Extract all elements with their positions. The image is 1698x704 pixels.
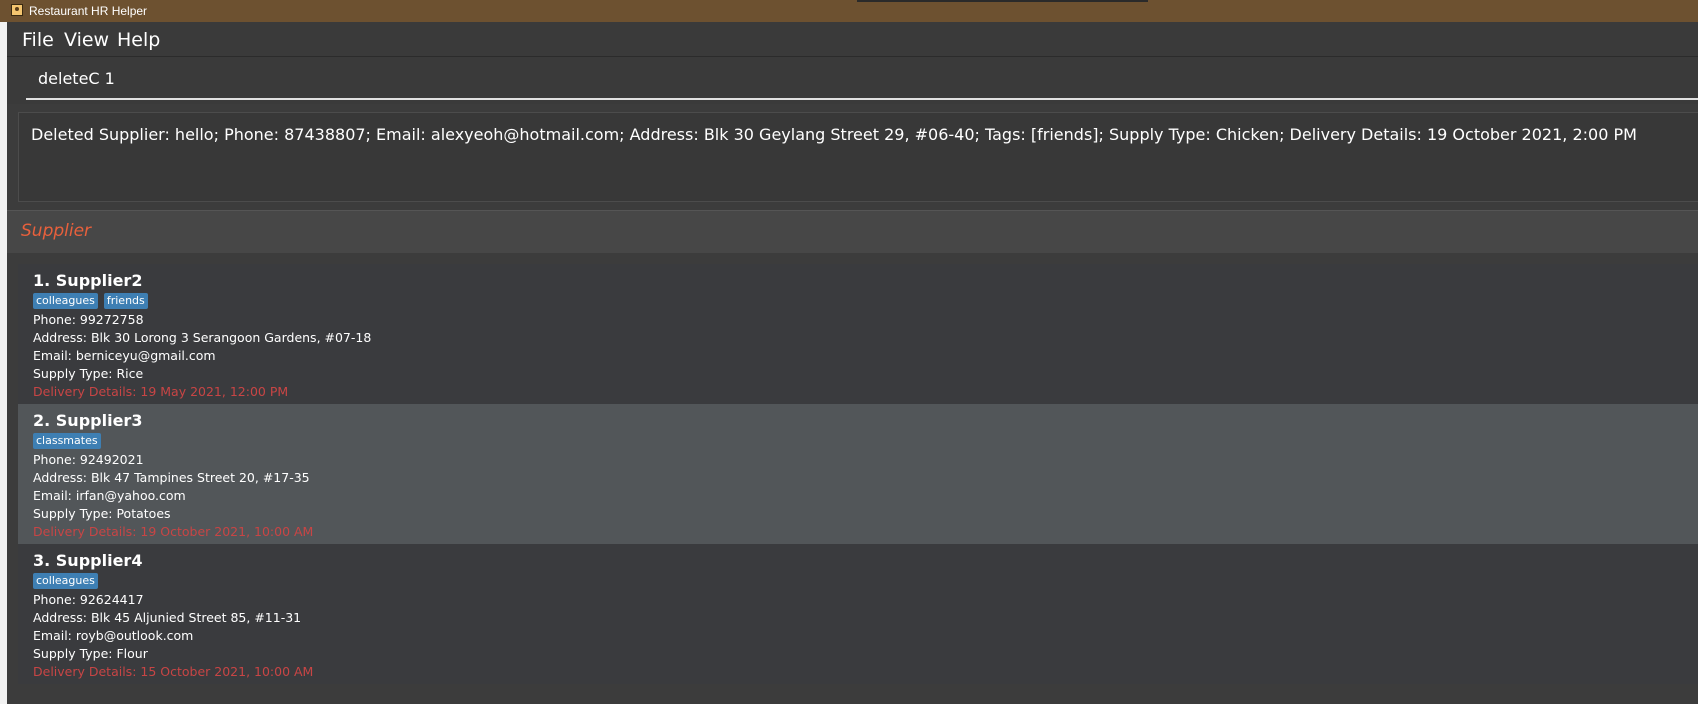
phone-text: Phone: 99272758 xyxy=(33,312,144,327)
titlebar-overlay xyxy=(857,0,1148,2)
supplier-name: 2. Supplier3 xyxy=(33,411,143,430)
delivery-details-text: Delivery Details: 15 October 2021, 10:00… xyxy=(33,664,314,679)
list-panel-header: Supplier xyxy=(7,210,1698,254)
menu-file[interactable]: File xyxy=(22,29,54,51)
phone-text: Phone: 92492021 xyxy=(33,452,144,467)
address-text: Address: Blk 30 Lorong 3 Serangoon Garde… xyxy=(33,330,372,345)
delivery-details-text: Delivery Details: 19 October 2021, 10:00… xyxy=(33,524,314,539)
tag-list: colleagues friends xyxy=(33,293,148,311)
result-display: Deleted Supplier: hello; Phone: 87438807… xyxy=(18,112,1698,202)
tag-list: classmates xyxy=(33,433,101,451)
menu-bar: File View Help xyxy=(7,22,1698,57)
delivery-details-text: Delivery Details: 19 May 2021, 12:00 PM xyxy=(33,384,289,399)
supplier-card[interactable]: 3. Supplier4 colleagues Phone: 92624417 … xyxy=(18,544,1698,684)
title-bar: Restaurant HR Helper xyxy=(0,0,1698,22)
email-text: Email: irfan@yahoo.com xyxy=(33,488,186,503)
tag-list: colleagues xyxy=(33,573,98,591)
supplier-name: 3. Supplier4 xyxy=(33,551,143,570)
menu-help[interactable]: Help xyxy=(117,29,160,51)
supply-type-text: Supply Type: Flour xyxy=(33,646,148,661)
supply-type-text: Supply Type: Potatoes xyxy=(33,506,171,521)
supplier-list[interactable]: 1. Supplier2 colleagues friends Phone: 9… xyxy=(7,253,1698,704)
result-message: Deleted Supplier: hello; Phone: 87438807… xyxy=(31,125,1637,144)
tag: colleagues xyxy=(33,293,98,309)
menu-view[interactable]: View xyxy=(64,29,109,51)
tag: colleagues xyxy=(33,573,98,589)
tag: classmates xyxy=(33,433,101,449)
address-text: Address: Blk 45 Aljunied Street 85, #11-… xyxy=(33,610,302,625)
supply-type-text: Supply Type: Rice xyxy=(33,366,144,381)
address-text: Address: Blk 47 Tampines Street 20, #17-… xyxy=(33,470,310,485)
email-text: Email: royb@outlook.com xyxy=(33,628,194,643)
email-text: Email: berniceyu@gmail.com xyxy=(33,348,216,363)
tag: friends xyxy=(103,293,148,309)
supplier-name: 1. Supplier2 xyxy=(33,271,143,290)
window-title: Restaurant HR Helper xyxy=(29,4,148,18)
window-left-edge xyxy=(0,0,7,704)
phone-text: Phone: 92624417 xyxy=(33,592,144,607)
list-title: Supplier xyxy=(21,221,92,241)
supplier-card[interactable]: 1. Supplier2 colleagues friends Phone: 9… xyxy=(18,264,1698,404)
supplier-card-selected[interactable]: 2. Supplier3 classmates Phone: 92492021 … xyxy=(18,404,1698,544)
app-icon xyxy=(11,4,23,16)
command-input[interactable] xyxy=(26,58,1698,100)
command-box xyxy=(7,57,1698,104)
